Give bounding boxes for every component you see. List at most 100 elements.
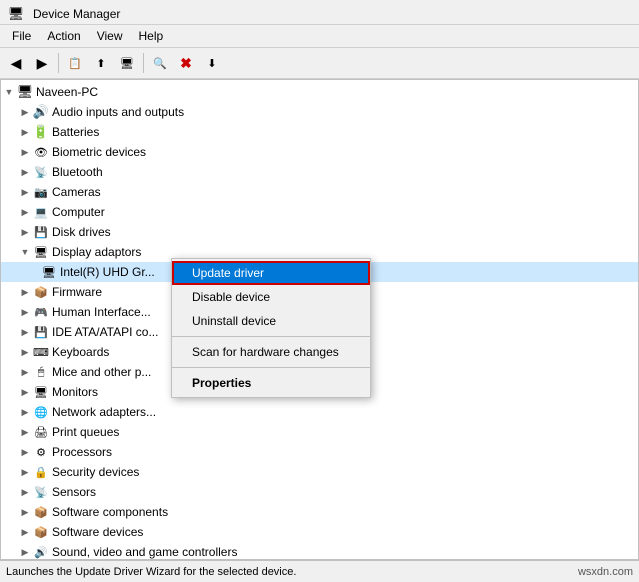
cameras-expander[interactable]: ▶	[17, 184, 33, 200]
computer-icon: 💻	[33, 204, 49, 220]
menu-file[interactable]: File	[4, 27, 39, 45]
list-item[interactable]: ▶ 💻 Computer	[1, 202, 638, 222]
list-item[interactable]: ▶ 🔒 Security devices	[1, 462, 638, 482]
back-button[interactable]: ◀	[4, 51, 28, 75]
human-interface-label: Human Interface...	[52, 305, 151, 319]
main-area: ▼ 🖥 Naveen-PC ▶ 🔊 Audio inputs and outpu…	[0, 79, 639, 560]
sensors-expander[interactable]: ▶	[17, 484, 33, 500]
biometric-icon: 👁	[33, 144, 49, 160]
list-item[interactable]: ▶ 🌐 Network adapters...	[1, 402, 638, 422]
list-item[interactable]: ▶ 🖨 Print queues	[1, 422, 638, 442]
diskdrives-icon: 💾	[33, 224, 49, 240]
menu-bar: File Action View Help	[0, 25, 639, 48]
network-expander[interactable]: ▶	[17, 404, 33, 420]
keyboards-expander[interactable]: ▶	[17, 344, 33, 360]
root-label: Naveen-PC	[36, 85, 98, 99]
sound-expander[interactable]: ▶	[17, 544, 33, 559]
print-label: Print queues	[52, 425, 119, 439]
forward-button[interactable]: ▶	[30, 51, 54, 75]
monitors-expander[interactable]: ▶	[17, 384, 33, 400]
processors-expander[interactable]: ▶	[17, 444, 33, 460]
sensors-label: Sensors	[52, 485, 96, 499]
mice-expander[interactable]: ▶	[17, 364, 33, 380]
print-expander[interactable]: ▶	[17, 424, 33, 440]
computer-expander[interactable]: ▶	[17, 204, 33, 220]
context-menu-scan-hardware[interactable]: Scan for hardware changes	[172, 340, 370, 364]
status-bar: Launches the Update Driver Wizard for th…	[0, 560, 639, 582]
ide-expander[interactable]: ▶	[17, 324, 33, 340]
security-expander[interactable]: ▶	[17, 464, 33, 480]
bluetooth-icon: 📡	[33, 164, 49, 180]
sound-icon: 🔊	[33, 544, 49, 559]
firmware-icon: 📦	[33, 284, 49, 300]
list-item[interactable]: ▶ ⚙ Processors	[1, 442, 638, 462]
list-item[interactable]: ▶ 🔊 Sound, video and game controllers	[1, 542, 638, 559]
display-expander[interactable]: ▼	[17, 244, 33, 260]
list-item[interactable]: ▶ 🔊 Audio inputs and outputs	[1, 102, 638, 122]
processors-label: Processors	[52, 445, 112, 459]
cameras-icon: 📷	[33, 184, 49, 200]
security-icon: 🔒	[33, 464, 49, 480]
list-item[interactable]: ▶ 📦 Software components	[1, 502, 638, 522]
bluetooth-expander[interactable]: ▶	[17, 164, 33, 180]
menu-help[interactable]: Help	[131, 27, 172, 45]
context-menu-update-driver[interactable]: Update driver	[172, 261, 370, 285]
tree-root[interactable]: ▼ 🖥 Naveen-PC	[1, 82, 638, 102]
sound-label: Sound, video and game controllers	[52, 545, 237, 559]
display-icon: 🖥	[33, 244, 49, 260]
properties-button[interactable]: 📋	[63, 51, 87, 75]
list-item[interactable]: ▶ 📦 Software devices	[1, 522, 638, 542]
menu-view[interactable]: View	[89, 27, 131, 45]
title-bar: 🖥 Device Manager	[0, 0, 639, 25]
diskdrives-expander[interactable]: ▶	[17, 224, 33, 240]
softwarecomponents-expander[interactable]: ▶	[17, 504, 33, 520]
cameras-label: Cameras	[52, 185, 101, 199]
remove-button[interactable]: ✖	[174, 51, 198, 75]
human-interface-icon: 🎮	[33, 304, 49, 320]
diskdrives-label: Disk drives	[52, 225, 111, 239]
firmware-expander[interactable]: ▶	[17, 284, 33, 300]
toolbar: ◀ ▶ 📋 ⬆ 🖥 🔍 ✖ ⬇	[0, 48, 639, 79]
root-expander[interactable]: ▼	[1, 84, 17, 100]
keyboards-icon: ⌨	[33, 344, 49, 360]
security-label: Security devices	[52, 465, 139, 479]
biometric-expander[interactable]: ▶	[17, 144, 33, 160]
list-item[interactable]: ▶ 📷 Cameras	[1, 182, 638, 202]
add-button[interactable]: ⬇	[200, 51, 224, 75]
display-label: Display adaptors	[52, 245, 141, 259]
ide-label: IDE ATA/ATAPI co...	[52, 325, 158, 339]
list-item[interactable]: ▶ 📡 Bluetooth	[1, 162, 638, 182]
softwaredevices-icon: 📦	[33, 524, 49, 540]
computer-label: Computer	[52, 205, 105, 219]
list-item[interactable]: ▶ 👁 Biometric devices	[1, 142, 638, 162]
context-menu-properties[interactable]: Properties	[172, 371, 370, 395]
monitors-label: Monitors	[52, 385, 98, 399]
toolbar-separator-2	[143, 53, 144, 73]
bluetooth-label: Bluetooth	[52, 165, 103, 179]
batteries-expander[interactable]: ▶	[17, 124, 33, 140]
scan-button[interactable]: 🔍	[148, 51, 172, 75]
softwaredevices-label: Software devices	[52, 525, 143, 539]
context-update-driver-label: Update driver	[192, 266, 264, 280]
menu-action[interactable]: Action	[39, 27, 88, 45]
biometric-label: Biometric devices	[52, 145, 146, 159]
context-menu-separator-2	[172, 367, 370, 368]
context-menu-separator-1	[172, 336, 370, 337]
context-menu-uninstall-device[interactable]: Uninstall device	[172, 309, 370, 333]
firmware-label: Firmware	[52, 285, 102, 299]
mice-icon: 🖱	[33, 364, 49, 380]
window-title: Device Manager	[33, 7, 120, 21]
list-item[interactable]: ▶ 📡 Sensors	[1, 482, 638, 502]
network-label: Network adapters...	[52, 405, 156, 419]
softwaredevices-expander[interactable]: ▶	[17, 524, 33, 540]
update-driver-button[interactable]: ⬆	[89, 51, 113, 75]
audio-label: Audio inputs and outputs	[52, 105, 184, 119]
human-interface-expander[interactable]: ▶	[17, 304, 33, 320]
context-disable-label: Disable device	[192, 290, 270, 304]
context-menu-disable-device[interactable]: Disable device	[172, 285, 370, 309]
audio-expander[interactable]: ▶	[17, 104, 33, 120]
list-item[interactable]: ▶ 🔋 Batteries	[1, 122, 638, 142]
display-button[interactable]: 🖥	[115, 51, 139, 75]
batteries-icon: 🔋	[33, 124, 49, 140]
list-item[interactable]: ▶ 💾 Disk drives	[1, 222, 638, 242]
